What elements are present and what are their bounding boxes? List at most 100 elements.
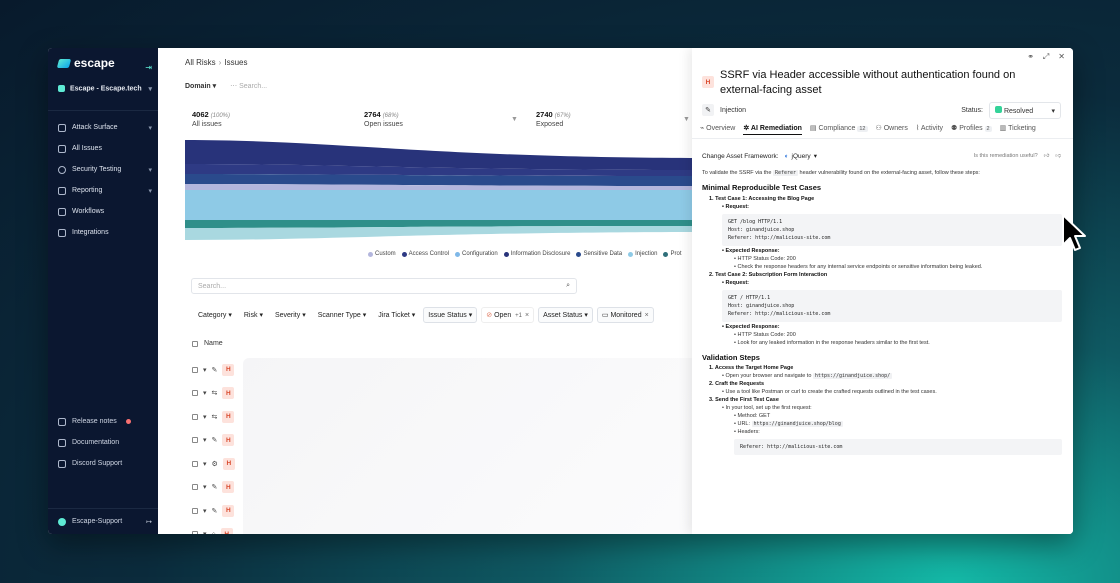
chevron-down-icon[interactable]: ▾ [203, 507, 207, 515]
close-icon[interactable]: × [525, 312, 529, 319]
thumbs-down-icon[interactable]: 👎︎ [1055, 153, 1061, 159]
stat-all-issues[interactable]: 4062 (100%) All issues [192, 110, 364, 128]
row-checkbox[interactable] [192, 437, 198, 444]
step-heading: 1. Access the Target Home Page [709, 365, 794, 372]
collapse-sidebar-icon[interactable]: ⇥ [145, 63, 152, 72]
tab-ticketing[interactable]: ▥ Ticketing [1000, 124, 1036, 135]
filter-jira-ticket[interactable]: Jira Ticket ▾ [374, 308, 419, 322]
list-item-text: Headers: [737, 429, 760, 436]
chevron-down-icon[interactable]: ▾ [203, 530, 207, 534]
org-icon [58, 85, 65, 93]
tab-overview[interactable]: ⌁ Overview [700, 124, 735, 135]
issues-icon [58, 144, 66, 153]
chevron-down-icon[interactable]: ▾ [203, 366, 207, 374]
top-search-input[interactable]: ⋯ Search... [230, 82, 267, 90]
tab-owners[interactable]: ⚇ Owners [876, 124, 908, 135]
link-icon[interactable]: ⚭ [1027, 52, 1034, 62]
row-checkbox[interactable] [192, 413, 198, 420]
status-select[interactable]: Resolved ▾ [989, 102, 1061, 119]
sidebar-item-security-testing[interactable]: Security Testing ▾ [48, 159, 158, 180]
chevron-down-icon[interactable]: ▾ [203, 436, 207, 444]
release-notes-link[interactable]: Release notes [48, 411, 158, 432]
table-row[interactable]: ▾ ✎ H [192, 476, 235, 500]
sidebar-item-attack-surface[interactable]: Attack Surface ▾ [48, 117, 158, 138]
select-all-checkbox[interactable] [192, 340, 198, 347]
chevron-down-icon[interactable]: ▾ [203, 413, 207, 421]
funnel-icon[interactable]: ▼ [511, 116, 518, 123]
sidebar-item-workflows[interactable]: Workflows [48, 201, 158, 222]
panel-tabs: ⌁ Overview ✲ AI Remediation ▤ Compliance… [700, 124, 1036, 135]
table-row[interactable]: ▾ ✎ H [192, 499, 235, 523]
request-label: • Request: [722, 279, 749, 286]
tab-activity[interactable]: ⌇ Activity [916, 124, 943, 135]
sidebar-item-all-issues[interactable]: All Issues [48, 138, 158, 159]
filter-asset-status[interactable]: Asset Status ▾ [538, 307, 593, 323]
legend-item[interactable]: Sensitive Data [576, 251, 622, 257]
table-row[interactable]: ▾ ⌂ H [192, 523, 235, 534]
intro-pre: To validate the SSRF via the [702, 170, 772, 176]
expand-icon[interactable]: ⤢ [1043, 52, 1049, 62]
table-row[interactable]: ▾ ⚙ H [192, 452, 235, 476]
row-checkbox[interactable] [192, 460, 198, 467]
filter-chip-monitored[interactable]: ▭ Monitored × [596, 307, 654, 323]
filter-chip-open[interactable]: ⊘ Open +1 × [481, 307, 535, 323]
logo[interactable]: escape [48, 48, 158, 70]
table-row[interactable]: ▾ ✎ H [192, 429, 235, 453]
thumbs-up-icon[interactable]: 👍︎ [1044, 153, 1050, 159]
section-heading: Minimal Reproducible Test Cases [702, 182, 822, 192]
row-checkbox[interactable] [192, 507, 198, 514]
release-notes-label: Release notes [72, 418, 117, 425]
breadcrumb-all-risks[interactable]: All Risks [185, 58, 216, 67]
legend-item[interactable]: Injection [628, 251, 657, 257]
legend-item[interactable]: Information Disclosure [503, 251, 571, 257]
sidebar-item-reporting[interactable]: Reporting ▾ [48, 180, 158, 201]
logout-icon[interactable]: ↦ [146, 518, 152, 526]
tab-compliance[interactable]: ▤ Compliance 12 [810, 124, 868, 135]
stats-row: 4062 (100%) All issues 2764 (68%) Open i… [192, 110, 708, 128]
feedback-question: Is this remediation useful? [973, 153, 1038, 159]
table-row[interactable]: ▾ ⇆ H [192, 382, 235, 406]
discord-support-link[interactable]: Discord Support [48, 453, 158, 474]
code-block: GET /blog HTTP/1.1 Host: ginandjuice.sho… [722, 213, 1062, 246]
org-switcher[interactable]: Escape - Escape.tech ▾ [48, 82, 158, 96]
framework-label: Change Asset Framework: [702, 152, 779, 160]
legend-item[interactable]: Prot [663, 251, 682, 257]
sidebar-item-integrations[interactable]: Integrations [48, 222, 158, 243]
close-icon[interactable]: × [645, 312, 649, 319]
mouse-pointer-icon [1062, 214, 1086, 251]
chevron-down-icon[interactable]: ▾ [203, 389, 207, 397]
row-checkbox[interactable] [192, 366, 198, 373]
documentation-link[interactable]: Documentation [48, 432, 158, 453]
tab-profiles[interactable]: ⚉ Profiles 2 [951, 124, 992, 135]
legend-item[interactable]: Configuration [455, 251, 498, 257]
row-checkbox[interactable] [192, 484, 198, 491]
row-checkbox[interactable] [192, 390, 198, 397]
legend-label: Information Disclosure [510, 251, 571, 257]
home-icon: ⌂ [212, 531, 216, 534]
filter-severity[interactable]: Severity ▾ [271, 308, 310, 322]
sidebar: escape ⇥ Escape - Escape.tech ▾ Attack S… [48, 48, 158, 534]
filter-scanner-type[interactable]: Scanner Type ▾ [314, 308, 371, 322]
filter-risk[interactable]: Risk ▾ [240, 308, 267, 322]
filter-category[interactable]: Category ▾ [194, 308, 236, 322]
domain-select[interactable]: Domain ▾ [185, 82, 216, 90]
issues-search-input[interactable]: Search... ⌕ [191, 278, 577, 294]
chevron-down-icon[interactable]: ▾ [203, 483, 207, 491]
close-icon[interactable]: ✕ [1058, 52, 1065, 62]
framework-select[interactable]: ◐ jQuery ▾ [785, 152, 817, 161]
table-row[interactable]: ▾ ✎ H [192, 358, 235, 382]
row-checkbox[interactable] [192, 531, 198, 534]
legend-item[interactable]: Custom [368, 251, 396, 257]
funnel-icon[interactable]: ▼ [683, 116, 690, 123]
table-row[interactable]: ▾ ⇆ H [192, 405, 235, 429]
filter-issue-status[interactable]: Issue Status ▾ [423, 307, 478, 323]
column-header-name[interactable]: Name [204, 340, 223, 347]
chevron-down-icon[interactable]: ▾ [203, 460, 207, 468]
user-menu[interactable]: Escape-Support ↦ [48, 508, 158, 534]
tab-ai-remediation[interactable]: ✲ AI Remediation [743, 124, 802, 135]
legend-swatch [368, 251, 373, 257]
legend-item[interactable]: Access Control [401, 251, 449, 257]
logo-text: escape [74, 56, 115, 70]
inline-code[interactable]: https://ginandjuice.shop/ [812, 373, 893, 380]
ticket-icon: ▥ [999, 125, 1007, 132]
